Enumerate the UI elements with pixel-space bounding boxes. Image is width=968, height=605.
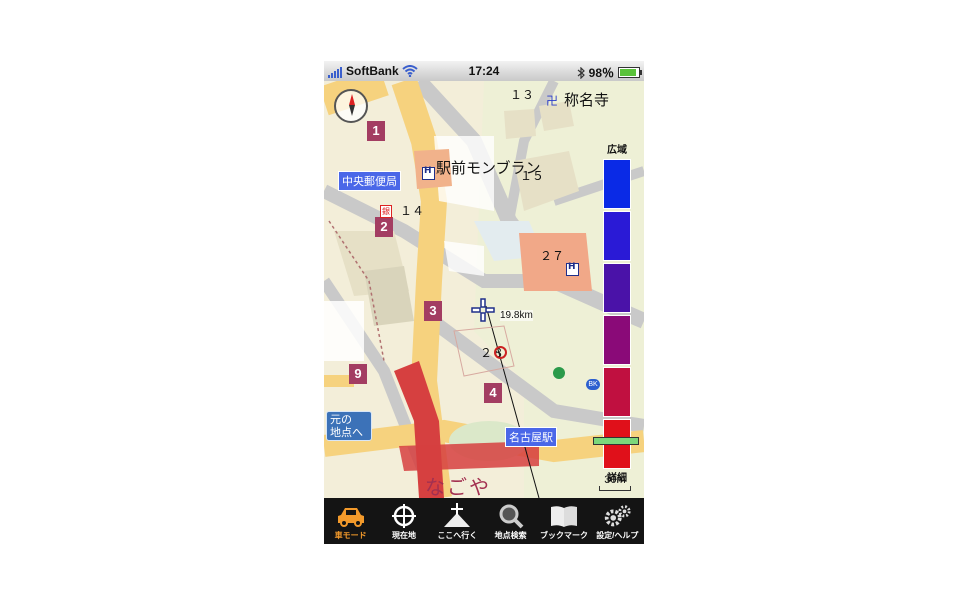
exit-marker-3: 3 (424, 301, 442, 321)
zoom-level-step[interactable] (603, 211, 631, 261)
map-label-13: １３ (510, 88, 535, 102)
building-icon (422, 166, 435, 180)
distance-label: 19.8km (500, 310, 533, 321)
compass-icon[interactable] (334, 89, 368, 123)
map-label-14: １４ (400, 204, 425, 218)
station-tag[interactable]: 名古屋駅 (505, 427, 557, 447)
exit-marker-1: 1 (367, 121, 385, 141)
exit-marker-2: 2 (375, 217, 393, 237)
crosshair-icon (389, 502, 419, 530)
target-icon (494, 346, 507, 359)
tab-label: 現在地 (391, 531, 416, 540)
zoom-wide-label[interactable]: 広域 (603, 143, 631, 159)
zoom-level-step[interactable] (603, 367, 631, 417)
tab-place-search[interactable]: 地点検索 (484, 498, 537, 544)
tab-label: ブックマーク (539, 531, 588, 540)
exit-marker-4: 4 (484, 383, 502, 403)
zoom-bar[interactable]: 広域 詳細 (593, 143, 639, 487)
gear-icon (602, 502, 632, 530)
tab-label: 設定/ヘルプ (596, 531, 639, 540)
map-view[interactable]: １３ 卍 称名寺 1 2 3 4 9 駅前モンブラン １５ 中央郵便局 １４ 銀… (324, 81, 644, 498)
map-label-15: １５ (520, 169, 545, 183)
post-office-tag[interactable]: 中央郵便局 (338, 171, 401, 191)
map-base (324, 81, 644, 498)
search-icon (496, 502, 526, 530)
bluetooth-icon (577, 66, 585, 79)
tab-current-location[interactable]: 現在地 (377, 498, 430, 544)
map-label-station: なごや (425, 477, 491, 498)
crosshair-icon[interactable] (470, 297, 496, 323)
manji-icon: 卍 (546, 94, 559, 108)
tab-car-mode[interactable]: 車モード (324, 498, 377, 544)
map-label-27: ２７ (540, 249, 565, 263)
bank-icon: BK (586, 379, 600, 390)
battery-percent: 98％ (588, 66, 614, 80)
tab-bookmark[interactable]: ブックマーク (537, 498, 590, 544)
building-icon (566, 262, 579, 276)
phone-screen: SoftBank 17:24 98％ １３ 卍 称名寺 1 2 3 4 9 H … (324, 61, 644, 544)
bank-icon: 銀 (380, 205, 392, 218)
battery-icon (618, 67, 642, 78)
tab-go-here[interactable]: ここへ行く (431, 498, 484, 544)
zoom-slider-handle[interactable] (593, 437, 639, 445)
zoom-level-step[interactable] (603, 263, 631, 313)
back-to-origin-button[interactable]: 元の 地点へ (326, 411, 372, 441)
scale-indicator: 30m (595, 474, 635, 491)
book-icon (549, 502, 579, 530)
car-icon (336, 502, 366, 530)
scale-bar (599, 486, 631, 491)
park-icon (553, 367, 565, 379)
zoom-level-step[interactable] (603, 315, 631, 365)
zoom-level-step[interactable] (603, 159, 631, 209)
status-bar: SoftBank 17:24 98％ (324, 61, 644, 81)
go-here-icon (442, 502, 472, 530)
scale-value: 30m (604, 474, 626, 486)
tab-label: 車モード (334, 531, 367, 540)
tab-settings-help[interactable]: 設定/ヘルプ (591, 498, 644, 544)
tab-bar: 車モード 現在地 ここへ行く 地点検索 ブックマーク 設定/ヘルプ (324, 498, 644, 544)
map-label-temple: 称名寺 (564, 92, 610, 109)
tab-label: 地点検索 (494, 531, 527, 540)
exit-marker-9: 9 (349, 364, 367, 384)
tab-label: ここへ行く (437, 531, 478, 540)
